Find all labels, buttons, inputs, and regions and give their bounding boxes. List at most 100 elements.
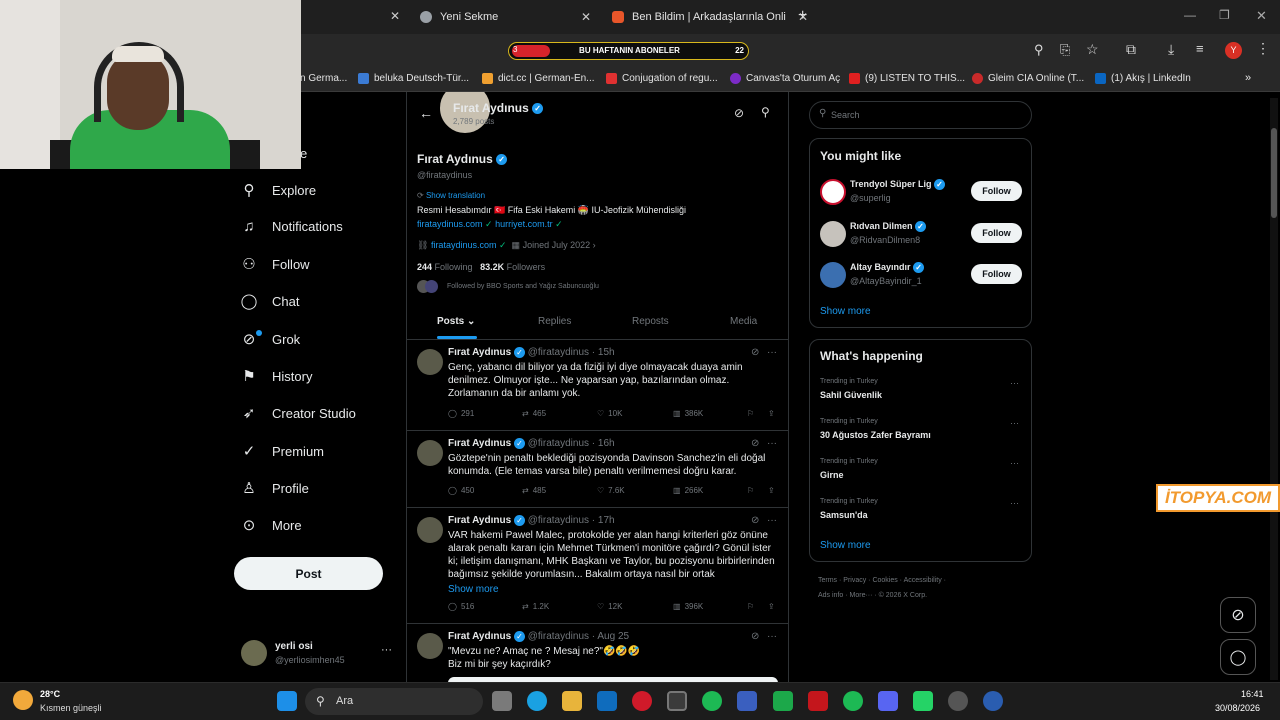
spotify-icon[interactable] — [843, 691, 863, 711]
star-icon[interactable]: ☆ — [1086, 41, 1099, 58]
trend-item[interactable]: Trending in Turkey Samsun'da ··· — [810, 498, 1033, 528]
search-icon[interactable]: ⚲ — [761, 105, 770, 119]
bookmark-item[interactable]: (9) LISTEN TO THIS... — [849, 73, 965, 84]
more-icon[interactable]: ··· — [381, 644, 392, 656]
bookmark-item[interactable]: Canvas'ta Oturum Aç — [730, 73, 840, 84]
follow-button[interactable]: Follow — [971, 181, 1022, 201]
nav-premium[interactable]: ✓ Premium — [240, 442, 324, 460]
share-button[interactable]: ⇪ — [768, 409, 775, 418]
followers-link[interactable]: 83.2K Followers — [480, 262, 545, 272]
messages-float-button[interactable]: ◯ — [1220, 639, 1256, 675]
share-button[interactable]: ⇪ — [768, 602, 775, 611]
nav-history[interactable]: ⚑ History — [240, 367, 312, 385]
tab-reposts[interactable]: Reposts — [632, 316, 669, 327]
whatsapp-icon[interactable] — [913, 691, 933, 711]
more-icon[interactable]: ··· — [1010, 498, 1019, 508]
bookmark-item[interactable]: n Germa... — [300, 73, 347, 84]
windows-start-icon[interactable] — [277, 691, 297, 711]
extensions-icon[interactable]: ⧉ — [1126, 41, 1136, 58]
nav-creator-studio[interactable]: ➶ Creator Studio — [240, 404, 356, 422]
like-button[interactable]: ♡ 10K — [597, 409, 622, 418]
window-close-icon[interactable]: ✕ — [1256, 8, 1267, 24]
download-icon[interactable]: ⤓ — [1168, 41, 1174, 58]
tweet[interactable]: Fırat Aydınus ✓ @firataydinus · 17h ⊘ ··… — [407, 509, 788, 624]
back-arrow-icon[interactable]: ← — [419, 105, 433, 121]
website-link[interactable]: firataydinus.com — [431, 240, 497, 250]
nav-follow[interactable]: ⚇ Follow — [240, 255, 309, 273]
bookmark-button[interactable]: ⚐ — [747, 486, 754, 495]
following-link[interactable]: 244 Following — [417, 262, 473, 272]
reply-button[interactable]: ◯ 450 — [448, 486, 474, 495]
nav-more[interactable]: ⊙ More — [240, 516, 302, 534]
tab-ben-bildim[interactable]: Ben Bildim | Arkadaşlarınla Onli ✕ — [612, 4, 810, 30]
bookmark-item[interactable]: beluka Deutsch-Tür... — [358, 73, 469, 84]
scrollbar-thumb[interactable] — [1271, 128, 1277, 218]
repost-button[interactable]: ⇄ 485 — [522, 486, 546, 495]
minimize-icon[interactable]: — — [1184, 8, 1196, 22]
show-translation-link[interactable]: ⟳ Show translation — [417, 191, 485, 200]
tab-yeni-sekme[interactable]: Yeni Sekme ✕ — [420, 4, 595, 30]
spotify-icon[interactable] — [702, 691, 722, 711]
footer-links[interactable]: Terms · Privacy · Cookies · Accessibilit… — [818, 577, 946, 584]
bookmark-item[interactable]: (1) Akış | LinkedIn — [1095, 73, 1191, 84]
profile-avatar[interactable]: Y — [1225, 42, 1242, 59]
suggestion-item[interactable]: Rıdvan Dilmen ✓ @RidvanDilmen8 Follow — [810, 219, 1033, 249]
followed-by-text[interactable]: Followed by BBO Sports and Yağız Sabuncu… — [447, 283, 599, 290]
reply-button[interactable]: ◯ 516 — [448, 602, 474, 611]
like-button[interactable]: ♡ 12K — [597, 602, 622, 611]
menu-icon[interactable]: ⋮ — [1256, 40, 1270, 57]
grok-float-button[interactable]: ⊘ — [1220, 597, 1256, 633]
bookmark-button[interactable]: ⚐ — [747, 602, 754, 611]
close-tab-icon[interactable]: ✕ — [390, 9, 400, 23]
search-input[interactable]: ⚲ Search — [809, 101, 1032, 129]
close-tab-icon[interactable]: ✕ — [581, 10, 591, 24]
tweet[interactable]: Fırat Aydınus ✓ @firataydinus · 16h ⊘ ··… — [407, 432, 788, 508]
grok-icon[interactable]: ⊘ — [751, 438, 759, 449]
suggestion-item[interactable]: Trendyol Süper Lig ✓ @superlig Follow — [810, 177, 1033, 207]
bookmark-item[interactable]: dict.cc | German-En... — [482, 73, 595, 84]
trend-item[interactable]: Trending in Turkey Sahil Güvenlik ··· — [810, 378, 1033, 408]
tab-replies[interactable]: Replies — [538, 316, 571, 327]
post-button[interactable]: Post — [234, 557, 383, 590]
edge-icon[interactable] — [527, 691, 547, 711]
chrome-icon[interactable] — [667, 691, 687, 711]
grok-icon[interactable]: ⊘ — [751, 347, 759, 358]
views-button[interactable]: ▥ 396K — [673, 602, 703, 611]
views-button[interactable]: ▥ 386K — [673, 409, 703, 418]
task-view-icon[interactable] — [492, 691, 512, 711]
share-button[interactable]: ⇪ — [768, 486, 775, 495]
repost-button[interactable]: ⇄ 1.2K — [522, 602, 549, 611]
bio-link[interactable]: hurriyet.com.tr — [495, 219, 553, 229]
restore-icon[interactable]: ❐ — [1219, 8, 1230, 22]
tab-posts[interactable]: Posts ⌄ — [437, 316, 475, 327]
more-icon[interactable]: ··· — [767, 631, 777, 642]
zoom-icon[interactable]: ⚲ — [1034, 42, 1044, 58]
like-button[interactable]: ♡ 7.6K — [597, 486, 625, 495]
account-switcher[interactable]: yerli osi @yerliosimhen45 ··· — [241, 640, 392, 668]
show-more-link[interactable]: Show more — [820, 540, 871, 551]
suggestion-item[interactable]: Altay Bayındır ✓ @AltayBayindir_1 Follow — [810, 260, 1033, 290]
weather-temp[interactable]: 28°C — [40, 689, 60, 699]
app-icon[interactable] — [948, 691, 968, 711]
clock-date[interactable]: 30/08/2026 — [1215, 703, 1260, 713]
tweet[interactable]: Fırat Aydınus ✓ @firataydinus · Aug 25 ⊘… — [407, 625, 788, 682]
bookmark-item[interactable]: Gleim CIA Online (T... — [972, 73, 1084, 84]
trend-item[interactable]: Trending in Turkey 30 Ağustos Zafer Bayr… — [810, 418, 1033, 448]
install-app-icon[interactable]: ⎘ — [1060, 42, 1070, 58]
nav-notifications[interactable]: ♫ Notifications — [240, 218, 342, 235]
more-icon[interactable]: ··· — [1010, 418, 1019, 428]
bookmark-item[interactable]: Conjugation of regu... — [606, 73, 718, 84]
outlook-icon[interactable] — [597, 691, 617, 711]
nav-grok[interactable]: ⊘ Grok — [240, 330, 300, 348]
more-icon[interactable]: ··· — [767, 515, 777, 526]
more-icon[interactable]: ··· — [1010, 378, 1019, 388]
discord-icon[interactable] — [878, 691, 898, 711]
scrollbar[interactable] — [1270, 98, 1278, 680]
grok-icon[interactable]: ⊘ — [751, 631, 759, 642]
more-icon[interactable]: ··· — [1010, 458, 1019, 468]
opera-icon[interactable] — [632, 691, 652, 711]
follow-button[interactable]: Follow — [971, 264, 1022, 284]
more-icon[interactable]: ··· — [767, 438, 777, 449]
nav-profile[interactable]: ♙ Profile — [240, 479, 309, 497]
grok-icon[interactable]: ⊘ — [734, 106, 744, 120]
